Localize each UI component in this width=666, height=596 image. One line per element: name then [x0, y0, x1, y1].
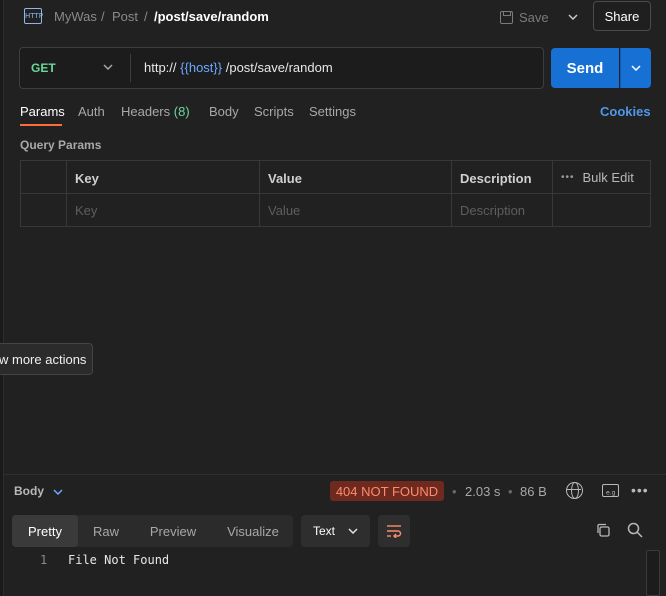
- column-header-description: Description: [460, 171, 532, 186]
- tab-body[interactable]: Body: [209, 104, 239, 119]
- breadcrumb-separator: /: [144, 9, 148, 24]
- save-response-icon[interactable]: e.g: [602, 484, 619, 497]
- pane-divider[interactable]: [4, 474, 666, 475]
- status-badge[interactable]: 404 NOT FOUND: [330, 481, 444, 501]
- format-select[interactable]: Text: [301, 515, 370, 547]
- description-input[interactable]: Description: [460, 203, 525, 218]
- headers-count: (8): [173, 104, 190, 119]
- view-tab-pretty[interactable]: Pretty: [12, 515, 78, 547]
- more-icon: •••: [561, 172, 575, 183]
- method-dropdown[interactable]: [100, 58, 116, 76]
- view-tab-raw[interactable]: Raw: [84, 515, 128, 547]
- tab-scripts[interactable]: Scripts: [254, 104, 294, 119]
- response-scrollbar[interactable]: [646, 550, 660, 596]
- query-params-title: Query Params: [20, 138, 102, 152]
- column-header-value: Value: [268, 171, 302, 186]
- save-label: Save: [519, 9, 549, 25]
- view-tab-visualize[interactable]: Visualize: [218, 515, 288, 547]
- save-response-glyph: e.g: [606, 490, 616, 497]
- row-divider: [21, 193, 650, 194]
- line-number: 1: [40, 553, 48, 567]
- wrap-lines-button[interactable]: [378, 515, 410, 547]
- bulk-edit-button[interactable]: ••• Bulk Edit: [561, 170, 634, 185]
- key-input[interactable]: Key: [75, 203, 97, 218]
- meta-separator: •: [508, 484, 513, 499]
- chevron-down-icon: [348, 528, 358, 534]
- url-path: /post/save/random: [225, 60, 333, 75]
- share-button[interactable]: Share: [593, 1, 651, 31]
- search-icon[interactable]: [627, 522, 643, 538]
- breadcrumb-separator: /: [101, 9, 105, 24]
- chevron-down-icon: [53, 489, 63, 495]
- tab-params[interactable]: Params: [20, 104, 65, 119]
- url-input[interactable]: http:// {{host}} /post/save/random: [144, 60, 333, 75]
- response-body-text[interactable]: File Not Found: [68, 553, 169, 567]
- view-tab-preview[interactable]: Preview: [140, 515, 206, 547]
- response-body-label[interactable]: Body: [14, 484, 44, 498]
- breadcrumb-folder[interactable]: Post: [112, 9, 138, 24]
- more-options-icon[interactable]: •••: [631, 482, 649, 498]
- tab-settings[interactable]: Settings: [309, 104, 356, 119]
- response-size[interactable]: 86 B: [520, 484, 547, 499]
- wrap-lines-icon: [387, 525, 402, 538]
- chevron-down-icon: [631, 65, 641, 71]
- svg-text:e.g: e.g: [606, 490, 616, 497]
- method-selector[interactable]: GET: [31, 61, 56, 75]
- bulk-edit-label: Bulk Edit: [582, 170, 634, 185]
- tab-headers[interactable]: Headers (8): [121, 104, 190, 119]
- copy-icon[interactable]: [596, 523, 610, 537]
- value-input[interactable]: Value: [268, 203, 300, 218]
- save-icon: [500, 10, 513, 24]
- search-glyph: [627, 522, 643, 538]
- query-params-table: Key Value Description ••• Bulk Edit Key …: [20, 160, 651, 227]
- more-actions-tooltip: w more actions: [0, 343, 93, 375]
- request-name[interactable]: /post/save/random: [154, 9, 269, 24]
- active-tab-indicator: [20, 124, 62, 126]
- http-request-icon: HTTP: [24, 8, 43, 24]
- save-button[interactable]: Save: [500, 6, 558, 28]
- cookies-link[interactable]: Cookies: [600, 104, 651, 119]
- response-view-tabs: Pretty Raw Preview Visualize: [12, 515, 293, 547]
- meta-separator: •: [452, 484, 457, 499]
- globe-icon[interactable]: [566, 482, 583, 499]
- url-prefix: http://: [144, 60, 177, 75]
- response-time[interactable]: 2.03 s: [465, 484, 500, 499]
- tab-auth[interactable]: Auth: [78, 104, 105, 119]
- url-variable[interactable]: {{host}}: [180, 60, 222, 75]
- breadcrumb-collection[interactable]: MyWas: [54, 9, 97, 24]
- format-value: Text: [313, 524, 336, 538]
- column-header-key: Key: [75, 171, 99, 186]
- send-button[interactable]: Send: [551, 48, 619, 88]
- save-options-button[interactable]: [562, 6, 584, 28]
- chevron-down-icon: [568, 14, 578, 20]
- tab-headers-label: Headers: [121, 104, 171, 119]
- response-section-dropdown[interactable]: [50, 484, 66, 500]
- tooltip-text: w more actions: [0, 351, 87, 367]
- chevron-down-icon: [103, 64, 113, 70]
- copy-glyph: [597, 523, 610, 537]
- send-options-button[interactable]: [620, 48, 651, 88]
- url-separator: [130, 54, 131, 82]
- left-sidebar-edge: [0, 0, 4, 596]
